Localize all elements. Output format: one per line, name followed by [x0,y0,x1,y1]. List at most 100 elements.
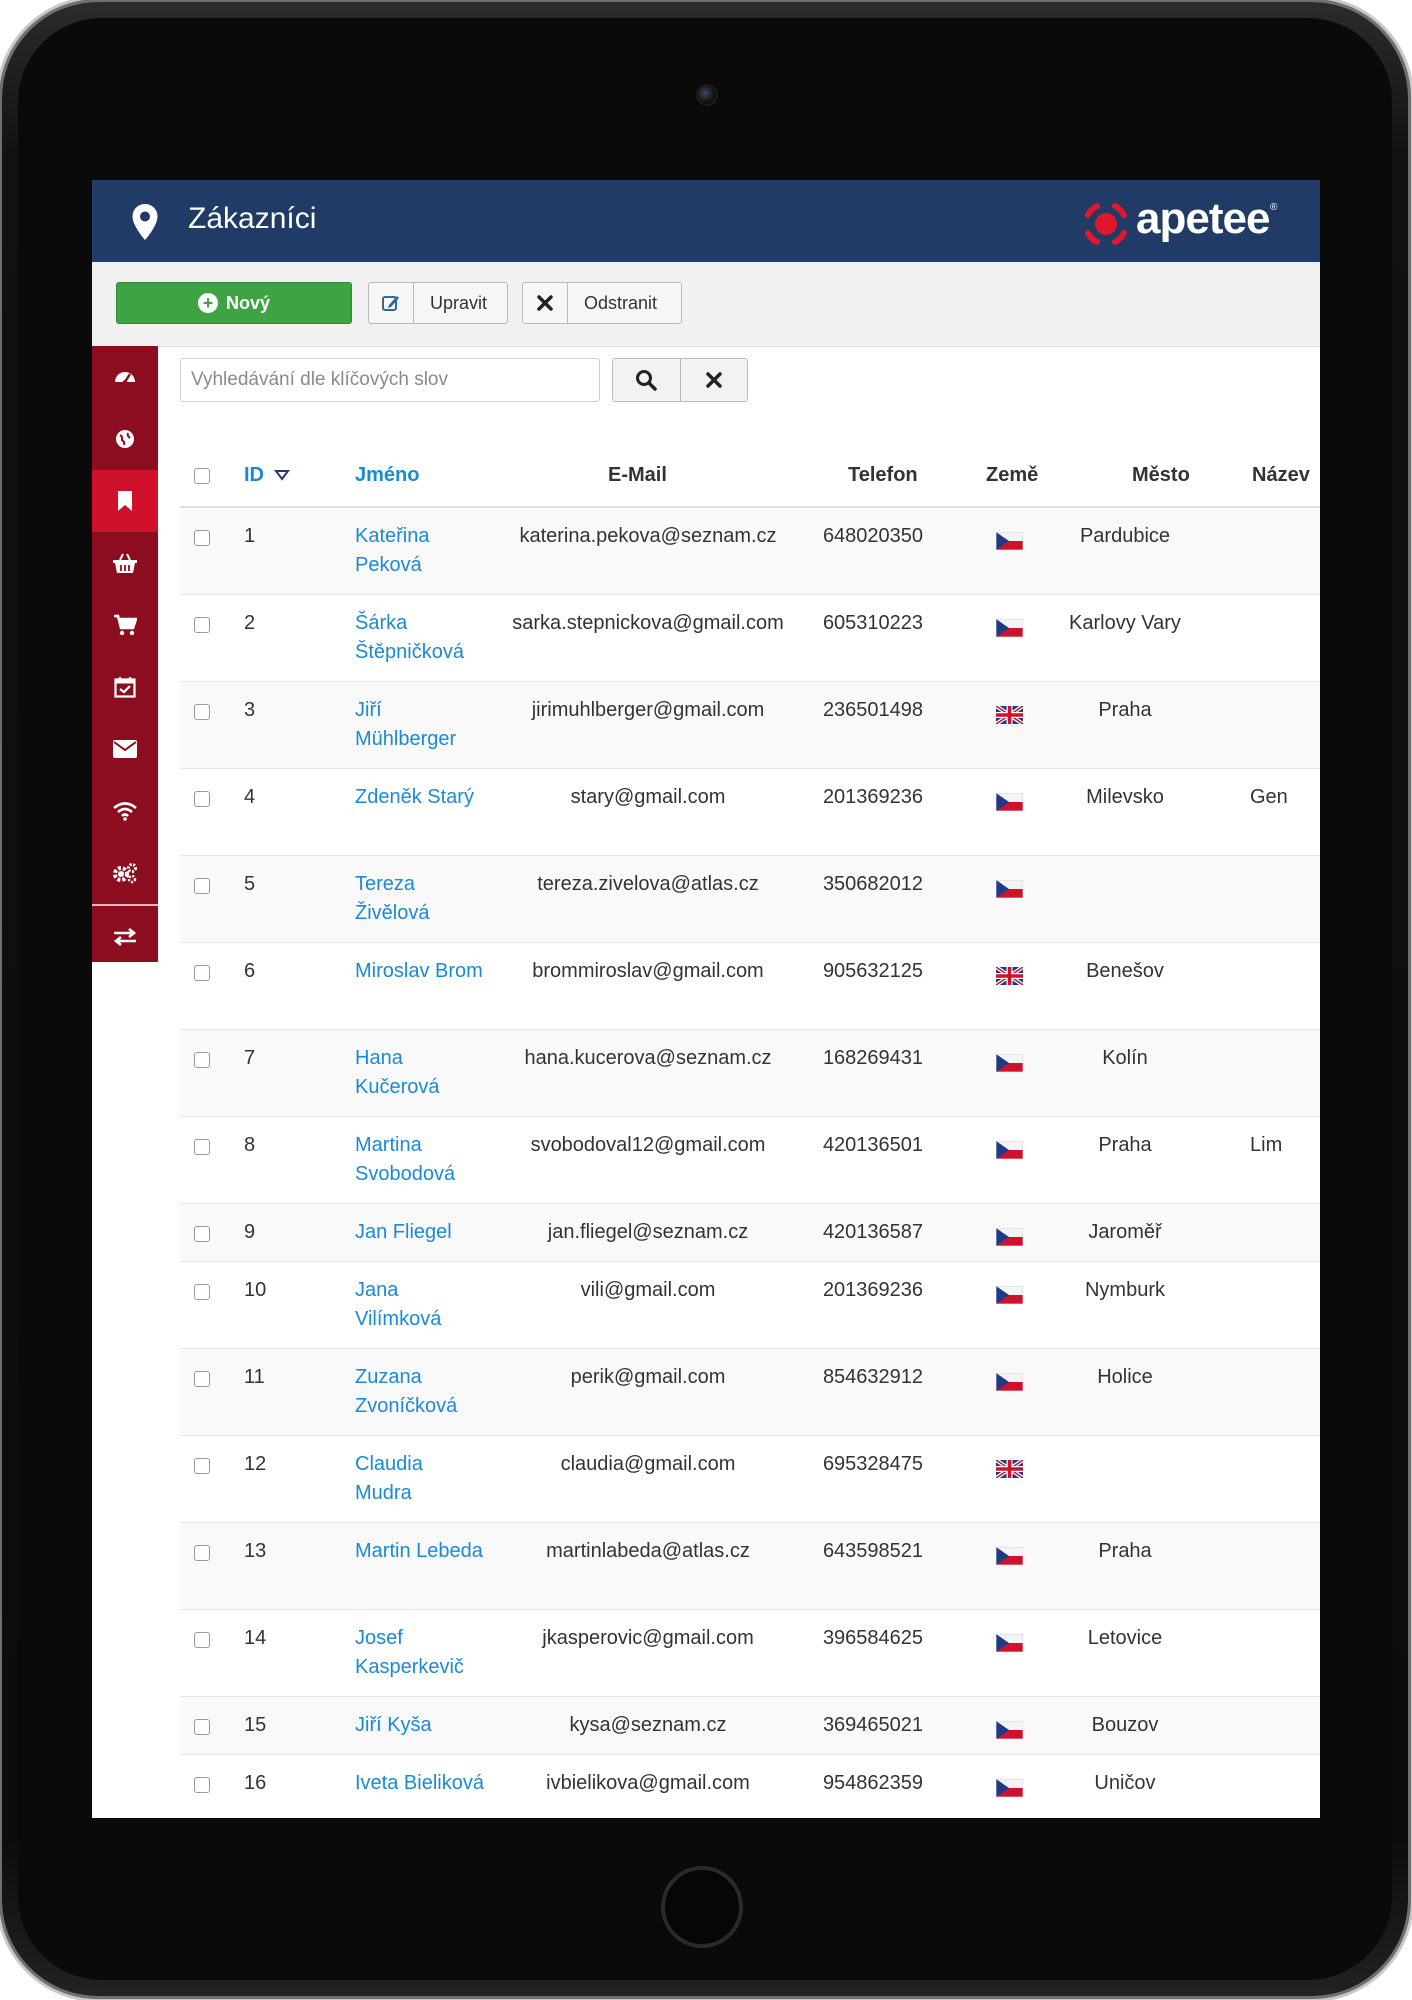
row-checkbox[interactable] [194,530,210,546]
sidebar-item-cart[interactable] [92,594,158,656]
table-row[interactable]: 14 Josef Kasperkevič jkasperovic@gmail.com… [180,1610,1320,1697]
row-checkbox[interactable] [194,617,210,633]
cell-name-link[interactable]: Zuzana Zvoníčková [355,1363,485,1421]
sort-desc-icon [273,470,290,481]
new-button-label: Nový [225,292,270,313]
table-row[interactable]: 2 Šárka Štěpničková sarka.stepnickova@gmai… [180,595,1320,682]
edit-button[interactable]: Upravit [368,282,508,324]
sidebar-item-dashboard[interactable] [92,346,158,408]
cell-phone: 236501498 [822,699,924,721]
clear-search-button[interactable] [681,359,748,401]
row-checkbox[interactable] [194,1777,210,1793]
table-row[interactable]: 11 Zuzana Zvoníčková perik@gmail.com 854632… [180,1349,1320,1436]
cell-name-link[interactable]: Iveta Bieliková [355,1769,485,1798]
row-checkbox[interactable] [194,1545,210,1561]
sidebar-item-mail[interactable] [92,718,158,780]
cell-name-link[interactable]: Tereza Živělová [355,870,485,928]
delete-button[interactable]: Odstranit [522,282,682,324]
row-checkbox[interactable] [194,1052,210,1068]
table-row[interactable]: 10 Jana Vilímková vili@gmail.com 201369236 N… [180,1262,1320,1349]
sidebar-item-globe[interactable] [92,408,158,470]
row-checkbox[interactable] [194,1719,210,1735]
cell-name-link[interactable]: Josef Kasperkevič [355,1624,485,1682]
search-button[interactable] [613,359,681,401]
column-id[interactable]: ID [244,464,290,487]
sidebar-item-settings[interactable] [92,842,158,904]
sidebar-item-basket[interactable] [92,532,158,594]
czech-flag-icon [995,1227,1024,1247]
table-row[interactable]: 7 Hana Kučerová hana.kucerova@seznam.cz 168… [180,1030,1320,1117]
sidebar-item-exchange[interactable] [92,904,158,968]
table-row[interactable]: 5 Tereza Živělová tereza.zivelova@atlas.cz… [180,856,1320,943]
column-name[interactable]: Jméno [355,464,419,487]
czech-flag-icon [995,1140,1024,1160]
row-checkbox[interactable] [194,1139,210,1155]
cell-phone: 420136587 [822,1221,924,1243]
column-country: Země [986,464,1039,486]
cell-name-link[interactable]: Miroslav Brom [355,957,485,986]
cell-email: hana.kucerova@seznam.cz [524,1047,772,1069]
logo-mark-icon [1085,203,1127,245]
cell-name-link[interactable]: Martin Lebeda [355,1537,485,1566]
cell-email: vili@gmail.com [580,1279,716,1301]
home-button[interactable] [661,1866,743,1948]
cell-phone: 854632912 [822,1366,924,1388]
camera-icon [696,84,718,106]
row-checkbox[interactable] [194,704,210,720]
cell-email: katerina.pekova@seznam.cz [519,525,777,547]
cell-name-link[interactable]: Jiří Kyša [355,1711,485,1740]
row-checkbox[interactable] [194,1632,210,1648]
czech-flag-icon [995,618,1024,638]
cell-phone: 954862359 [822,1772,924,1794]
cell-name-link[interactable]: Jiří Mühlberger [355,696,485,754]
row-checkbox[interactable] [194,965,210,981]
table-row[interactable]: 15 Jiří Kyša kysa@seznam.cz 369465021 Bouzov [180,1697,1320,1755]
new-button[interactable]: + Nový [116,282,352,324]
table-row[interactable]: 16 Iveta Bieliková ivbielikova@gmail.com 95… [180,1755,1320,1818]
table-row[interactable]: 8 Martina Svobodová svobodoval12@gmail.com… [180,1117,1320,1204]
select-all-checkbox[interactable] [194,468,210,484]
table-row[interactable]: 1 Kateřina Peková katerina.pekova@seznam.c… [180,508,1320,595]
edit-button-label: Upravit [430,292,488,313]
row-checkbox[interactable] [194,1371,210,1387]
sidebar-item-bookmark[interactable] [92,470,158,532]
sidebar-item-wifi[interactable] [92,780,158,842]
cell-city: Benešov [1086,960,1164,982]
cell-name-link[interactable]: Kateřina Peková [355,522,485,580]
table-row[interactable]: 6 Miroslav Brom brommiroslav@gmail.com 9056… [180,943,1320,1030]
search-input[interactable] [180,358,600,402]
cell-email: stary@gmail.com [570,786,726,808]
cell-id: 13 [244,1540,267,1562]
table-row[interactable]: 4 Zdeněk Starý stary@gmail.com 201369236 Mil… [180,769,1320,856]
row-checkbox[interactable] [194,791,210,807]
globe-icon [116,430,134,448]
cell-phone: 350682012 [822,873,924,895]
table-row[interactable]: 12 Claudia Mudra claudia@gmail.com 69532847… [180,1436,1320,1523]
cell-name-link[interactable]: Zdeněk Starý [355,783,485,812]
cell-email: perik@gmail.com [570,1366,726,1388]
cell-company: Lim [1250,1134,1283,1156]
row-checkbox[interactable] [194,878,210,894]
row-checkbox[interactable] [194,1284,210,1300]
registered-mark: ® [1270,202,1278,213]
sidebar-item-calendar[interactable] [92,656,158,718]
cell-name-link[interactable]: Šárka Štěpničková [355,609,485,667]
page-title: Zákazníci [188,202,317,235]
table-row[interactable]: 3 Jiří Mühlberger jirimuhlberger@gmail.com… [180,682,1320,769]
cell-name-link[interactable]: Martina Svobodová [355,1131,485,1189]
czech-flag-icon [995,792,1024,812]
cell-city: Uničov [1094,1772,1156,1794]
cell-name-link[interactable]: Claudia Mudra [355,1450,485,1508]
czech-flag-icon [995,531,1024,551]
table-row[interactable]: 13 Martin Lebeda martinlabeda@atlas.cz 6435… [180,1523,1320,1610]
row-checkbox[interactable] [194,1226,210,1242]
cell-name-link[interactable]: Jana Vilímková [355,1276,485,1334]
cell-name-link[interactable]: Jan Fliegel [355,1218,485,1247]
column-phone: Telefon [848,464,918,486]
table-header: ID Jméno E-Mail Telefon Země Město Název [180,442,1320,508]
cell-city: Praha [1098,699,1152,721]
table-row[interactable]: 9 Jan Fliegel jan.fliegel@seznam.cz 4201365… [180,1204,1320,1262]
row-checkbox[interactable] [194,1458,210,1474]
cell-name-link[interactable]: Hana Kučerová [355,1044,485,1102]
czech-flag-icon [995,1720,1024,1740]
